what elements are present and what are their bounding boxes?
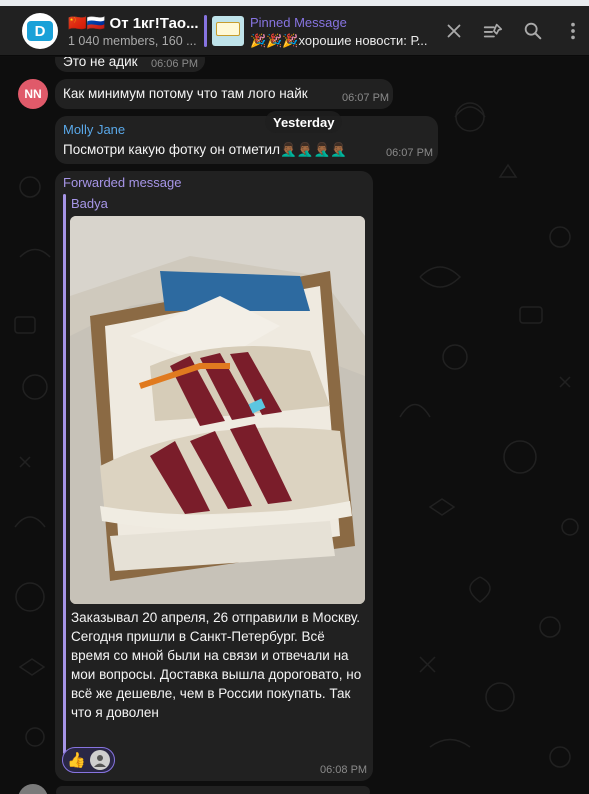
- pin-list-icon[interactable]: [482, 20, 504, 42]
- pinned-message[interactable]: Pinned Message 🎉🎉🎉хорошие новости: Р...: [250, 15, 428, 49]
- forwarded-label: Forwarded message: [63, 175, 182, 190]
- sneakers-photo: [70, 216, 365, 604]
- search-icon[interactable]: [522, 20, 544, 42]
- pinned-thumbnail[interactable]: [212, 16, 244, 46]
- message-bubble[interactable]: [56, 786, 370, 794]
- original-sender-name[interactable]: Badya: [71, 196, 108, 211]
- message-text: Как минимум потому что там лого найк: [63, 86, 308, 101]
- message-time: 06:07 PM: [386, 147, 434, 159]
- message-text: Посмотри какую фотку он отметил🤦🏾‍♂️🤦🏾‍♂…: [63, 142, 348, 157]
- message-text: Заказывал 20 апреля, 26 отправили в Моск…: [71, 610, 362, 720]
- reactor-avatar: [89, 750, 110, 770]
- chat-area[interactable]: Это не адик 06:06 PM NN Как минимум пото…: [0, 57, 589, 794]
- sender-name[interactable]: Molly Jane: [63, 122, 125, 137]
- date-separator: Yesterday: [265, 111, 343, 133]
- pinned-preview: 🎉🎉🎉хорошие новости: Р...: [250, 33, 428, 48]
- pinned-label: Pinned Message: [250, 15, 347, 30]
- message-bubble[interactable]: Это не адик 06:06 PM: [55, 57, 205, 72]
- group-avatar[interactable]: D: [22, 13, 58, 49]
- message-photo[interactable]: [70, 216, 365, 604]
- reaction-button[interactable]: 👍: [62, 747, 115, 773]
- group-info[interactable]: 🇨🇳🇷🇺 От 1кг!Тао... 1 040 members, 160 ..…: [68, 14, 200, 48]
- message-time: 06:07 PM: [342, 92, 390, 104]
- chat-header: D 🇨🇳🇷🇺 От 1кг!Тао... 1 040 members, 160 …: [0, 6, 589, 56]
- group-title: 🇨🇳🇷🇺 От 1кг!Тао...: [68, 15, 199, 32]
- pinned-indicator-bar: [204, 15, 207, 47]
- more-vertical-icon[interactable]: [562, 20, 584, 42]
- forward-quote-bar: [63, 194, 66, 754]
- thumbs-up-icon: 👍: [67, 752, 86, 769]
- message-text: Это не адик: [63, 57, 138, 69]
- user-avatar-nn[interactable]: NN: [18, 79, 48, 109]
- message-time: 06:06 PM: [151, 58, 199, 70]
- message-bubble[interactable]: Molly Jane Посмотри какую фотку он отмет…: [55, 116, 438, 164]
- close-icon[interactable]: [443, 20, 465, 42]
- group-member-count: 1 040 members, 160 ...: [68, 34, 197, 48]
- message-time: 06:08 PM: [320, 764, 368, 776]
- group-logo: D: [27, 21, 53, 41]
- message-bubble[interactable]: Как минимум потому что там лого найк 06:…: [55, 79, 393, 109]
